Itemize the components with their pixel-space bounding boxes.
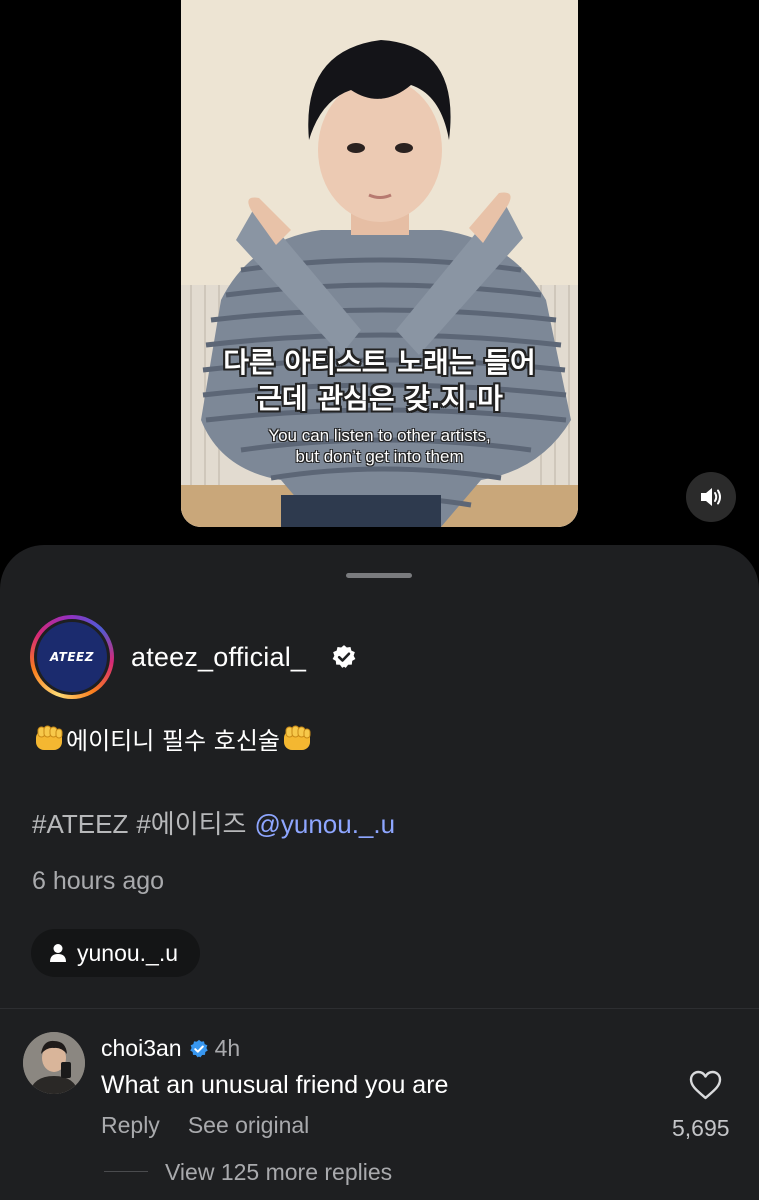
comment-text: What an unusual friend you are bbox=[101, 1071, 449, 1099]
sheet-grabber[interactable] bbox=[346, 573, 412, 578]
subtitle-korean-line-1: 다른 아티스트 노래는 들어 bbox=[223, 346, 536, 379]
comment-header: choi3an 4h bbox=[101, 1035, 240, 1062]
caption-text: 에이티니 필수 호신술 bbox=[66, 727, 280, 755]
comment-time: 4h bbox=[214, 1035, 241, 1061]
fist-icon bbox=[283, 725, 311, 750]
verified-badge-icon bbox=[332, 645, 356, 668]
reply-button[interactable]: Reply bbox=[101, 1112, 160, 1138]
post-timestamp: 6 hours ago bbox=[32, 867, 165, 895]
person-icon bbox=[50, 944, 66, 962]
avatar-photo bbox=[23, 1032, 85, 1094]
mention-link[interactable]: @yunou._.u bbox=[254, 809, 395, 839]
subtitle-english-line-2: but don’t get into them bbox=[295, 447, 464, 466]
comment-username[interactable]: choi3an bbox=[101, 1035, 182, 1062]
subtitle-korean-line-2: 근데 관심은 갖.지.마 bbox=[256, 382, 503, 415]
hashtag-link[interactable]: #에이티즈 bbox=[136, 809, 246, 839]
post-details-sheet: ATEEZ ateez_official_ 에이티니 필수 호신술 #ATEEZ… bbox=[0, 545, 759, 1200]
avatar: ATEEZ bbox=[37, 622, 107, 692]
see-original-button[interactable]: See original bbox=[188, 1112, 309, 1138]
post-username[interactable]: ateez_official_ bbox=[131, 642, 306, 673]
post-caption: 에이티니 필수 호신술 bbox=[32, 721, 314, 756]
view-replies-button[interactable]: View 125 more replies bbox=[165, 1159, 392, 1186]
fist-icon bbox=[36, 725, 63, 750]
post-hashtags: #ATEEZ #에이티즈 @yunou._.u bbox=[32, 804, 403, 841]
mute-button[interactable] bbox=[686, 472, 736, 522]
hashtag-link[interactable]: #ATEEZ bbox=[32, 809, 128, 839]
comment-avatar[interactable] bbox=[23, 1032, 85, 1094]
comment-actions: Reply See original bbox=[101, 1112, 337, 1139]
verified-badge-icon bbox=[189, 1039, 208, 1057]
replies-connector bbox=[104, 1171, 148, 1172]
like-count: 5,695 bbox=[672, 1115, 730, 1141]
tagged-user-name: yunou._.u bbox=[77, 939, 179, 966]
divider bbox=[0, 1008, 759, 1009]
tagged-user-chip[interactable]: yunou._.u bbox=[31, 929, 201, 977]
speaker-icon bbox=[701, 488, 721, 506]
subtitle-english-line-1: You can listen to other artists, bbox=[268, 426, 491, 445]
story-ring[interactable]: ATEEZ bbox=[30, 615, 114, 699]
heart-icon[interactable] bbox=[689, 1070, 722, 1100]
video-player[interactable]: 다른 아티스트 노래는 들어 근데 관심은 갖.지.마 You can list… bbox=[181, 0, 578, 527]
